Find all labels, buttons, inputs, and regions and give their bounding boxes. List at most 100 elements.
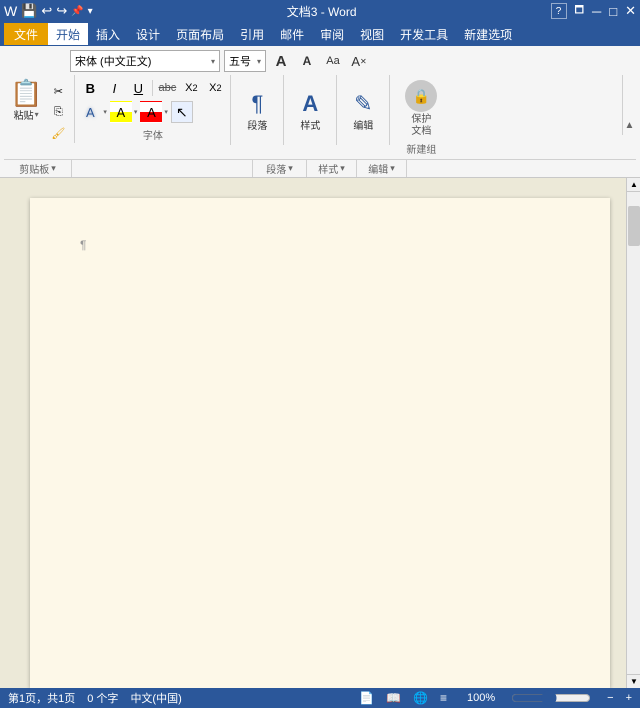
- menu-design[interactable]: 设计: [128, 23, 168, 45]
- menu-new-group[interactable]: 新建选项: [456, 23, 520, 45]
- menu-references[interactable]: 引用: [232, 23, 272, 45]
- status-bar: 第1页，共1页 0 个字 中文(中国) 📄 📖 🌐 ≡ 100% − +: [0, 688, 640, 708]
- undo-icon[interactable]: ↩: [41, 3, 52, 19]
- document-area[interactable]: ¶ ▲ ▼: [0, 178, 640, 688]
- file-menu[interactable]: 文件: [4, 23, 48, 45]
- view-mode-read[interactable]: 📖: [386, 691, 401, 705]
- maximize-icon[interactable]: □: [609, 4, 617, 19]
- ribbon-groups: 📋 粘贴 ▾ ✂ ⎘ 🖌 B I U abc X2 X2: [4, 75, 636, 158]
- menu-layout[interactable]: 页面布局: [168, 23, 232, 45]
- ribbon: 宋体 (中文正文) ▾ 五号 ▾ A A Aa A✕ 📋 粘贴 ▾: [0, 46, 640, 178]
- font-size-dropdown[interactable]: 五号 ▾: [224, 50, 266, 72]
- paste-button[interactable]: 📋 粘贴 ▾: [6, 77, 46, 125]
- help-icon[interactable]: ?: [551, 3, 567, 19]
- paragraph-expand-icon[interactable]: ▾: [288, 163, 293, 174]
- ribbon-row1: 宋体 (中文正文) ▾ 五号 ▾ A A Aa A✕: [4, 50, 636, 72]
- save-icon[interactable]: 💾: [21, 3, 37, 19]
- subscript-button[interactable]: X2: [180, 77, 202, 99]
- zoom-out-icon[interactable]: −: [607, 692, 613, 704]
- ribbon-scroll-arrow: ▲: [625, 120, 635, 131]
- paragraph-icon: ¶: [251, 91, 263, 117]
- increase-font-size-button[interactable]: A: [270, 50, 292, 72]
- bold-button[interactable]: B: [79, 77, 101, 99]
- zoom-in-icon[interactable]: +: [626, 692, 632, 704]
- protect-doc-button[interactable]: 🔒 保护文档: [398, 77, 444, 141]
- styles-group-label: 样式: [318, 161, 338, 176]
- strikethrough-button[interactable]: abc: [156, 77, 178, 99]
- font-color-button[interactable]: A: [140, 101, 162, 123]
- font-group: B I U abc X2 X2 A ▾ A ▾ A ▾ ↖ 字体: [75, 75, 231, 145]
- protect-group: 🔒 保护文档 新建组: [390, 75, 452, 158]
- menu-view[interactable]: 视图: [352, 23, 392, 45]
- clipboard-expand-icon[interactable]: ▾: [51, 163, 56, 174]
- paragraph-group-label: 段落: [266, 161, 286, 176]
- font-format-row1: B I U abc X2 X2: [79, 77, 226, 99]
- clipboard-group: 📋 粘贴 ▾ ✂ ⎘ 🖌: [4, 75, 75, 143]
- redo-icon[interactable]: ↪: [56, 3, 67, 19]
- word-logo-icon: W: [4, 3, 17, 19]
- menu-developer[interactable]: 开发工具: [392, 23, 456, 45]
- cut-button[interactable]: ✂: [48, 81, 68, 101]
- page-info: 第1页，共1页: [8, 690, 75, 706]
- superscript-button[interactable]: X2: [204, 77, 226, 99]
- text-effect-arrow[interactable]: ▾: [103, 108, 107, 116]
- paragraph-button[interactable]: ¶ 段落: [235, 83, 279, 139]
- language: 中文(中国): [130, 690, 181, 706]
- menu-mailings[interactable]: 邮件: [272, 23, 312, 45]
- view-mode-print[interactable]: 📄: [359, 691, 374, 705]
- menu-start[interactable]: 开始: [48, 23, 88, 45]
- cursor-format-button[interactable]: ↖: [171, 101, 193, 123]
- paragraph-label-area: 段落 ▾: [252, 160, 307, 177]
- font-name-dropdown[interactable]: 宋体 (中文正文) ▾: [70, 50, 220, 72]
- styles-expand-icon[interactable]: ▾: [340, 163, 345, 174]
- new-group-label: 新建组: [406, 141, 436, 158]
- document-page[interactable]: ¶: [30, 198, 610, 688]
- clear-format-button[interactable]: A✕: [348, 50, 370, 72]
- copy-button[interactable]: ⎘: [48, 102, 68, 122]
- styles-group: A 样式: [284, 75, 337, 145]
- font-format-row2: A ▾ A ▾ A ▾ ↖: [79, 101, 226, 123]
- scroll-down-arrow[interactable]: ▼: [627, 674, 640, 688]
- underline-button[interactable]: U: [127, 77, 149, 99]
- title-left-icons: W 💾 ↩ ↪ 📌 ▾: [4, 3, 93, 19]
- clipboard-group-label: 剪贴板: [19, 161, 49, 176]
- styles-button[interactable]: A 样式: [288, 83, 332, 139]
- customize-icon[interactable]: 📌: [71, 6, 83, 17]
- paste-dropdown-arrow[interactable]: ▾: [35, 110, 39, 119]
- zoom-slider[interactable]: [511, 693, 591, 703]
- font-color-arrow[interactable]: ▾: [164, 108, 168, 116]
- close-icon[interactable]: ✕: [625, 3, 636, 19]
- editing-group: ✎ 编辑: [337, 75, 390, 145]
- protect-icon: 🔒: [405, 80, 437, 112]
- view-mode-web[interactable]: 🌐: [413, 691, 428, 705]
- main-content: ¶ ▲ ▼ 第1页，共1页 0 个字 中文(中国) 📄 📖 🌐 ≡ 100% −…: [0, 178, 640, 708]
- minimize-icon[interactable]: ─: [592, 4, 601, 19]
- clipboard-label-area: 剪贴板 ▾: [4, 160, 72, 177]
- vertical-scrollbar[interactable]: ▲ ▼: [626, 178, 640, 688]
- title-right-icons: ? 🗖 ─ □ ✕: [551, 3, 636, 20]
- decrease-font-size-button[interactable]: A: [296, 50, 318, 72]
- ribbon-minimize-icon[interactable]: 🗖: [575, 3, 585, 20]
- italic-button[interactable]: I: [103, 77, 125, 99]
- editing-expand-icon[interactable]: ▾: [390, 163, 395, 174]
- phonetic-guide-button[interactable]: Aa: [322, 50, 344, 72]
- editing-label-area: 编辑 ▾: [357, 160, 407, 177]
- menu-insert[interactable]: 插入: [88, 23, 128, 45]
- format-painter-button[interactable]: 🖌: [48, 123, 68, 143]
- menu-review[interactable]: 审阅: [312, 23, 352, 45]
- scrollbar-thumb[interactable]: [628, 206, 640, 246]
- menu-bar: 文件 开始 插入 设计 页面布局 引用 邮件 审阅 视图 开发工具 新建选项: [0, 22, 640, 46]
- ribbon-scroll-btn[interactable]: ▲: [622, 75, 636, 135]
- ribbon-expand: ▲: [622, 75, 636, 137]
- paragraph-group: ¶ 段落: [231, 75, 284, 145]
- highlight-color-button[interactable]: A: [110, 101, 132, 123]
- editing-button[interactable]: ✎ 编辑: [341, 83, 385, 139]
- view-mode-outline[interactable]: ≡: [440, 691, 447, 705]
- cursor-icon: ↖: [176, 104, 188, 121]
- text-effect-button[interactable]: A: [79, 101, 101, 123]
- highlight-arrow[interactable]: ▾: [134, 108, 138, 116]
- font-name-value: 宋体 (中文正文): [75, 53, 151, 69]
- paragraph-label: 段落: [247, 117, 267, 132]
- editing-icon: ✎: [354, 91, 372, 117]
- scroll-up-arrow[interactable]: ▲: [627, 178, 640, 192]
